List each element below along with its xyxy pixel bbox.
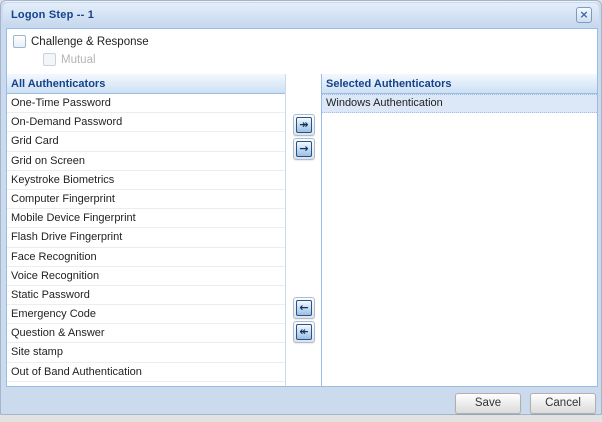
list-item[interactable]: Face Recognition [7, 248, 285, 267]
challenge-response-checkbox-row: Challenge & Response [13, 35, 149, 48]
list-item[interactable]: Windows Authentication [322, 94, 597, 113]
dialog-content: Challenge & Response Mutual All Authenti… [6, 28, 598, 387]
list-item[interactable]: Flash Drive Fingerprint [7, 228, 285, 247]
double-arrow-right-icon: ↠ [296, 117, 312, 133]
list-item[interactable]: Mobile Device Fingerprint [7, 209, 285, 228]
cancel-button[interactable]: Cancel [530, 393, 596, 414]
all-authenticators-list: All Authenticators One-Time PasswordOn-D… [7, 74, 286, 386]
selected-authenticators-list: Selected Authenticators Windows Authenti… [321, 74, 597, 386]
arrow-right-icon: → [296, 141, 312, 157]
mutual-checkbox-row: Mutual [43, 53, 96, 66]
move-all-right-button[interactable]: ↠ [293, 114, 315, 136]
list-item[interactable]: Static Password [7, 286, 285, 305]
close-icon[interactable]: × [576, 7, 592, 23]
move-left-button[interactable]: ← [293, 297, 315, 319]
move-right-button[interactable]: → [293, 138, 315, 160]
logon-step-dialog: Logon Step -- 1 × Challenge & Response M… [0, 0, 602, 415]
all-authenticators-header: All Authenticators [7, 74, 285, 94]
list-item[interactable]: Grid on Screen [7, 152, 285, 171]
list-item[interactable]: Keystroke Biometrics [7, 171, 285, 190]
list-item[interactable]: Out of Band Authentication [7, 363, 285, 382]
save-button[interactable]: Save [455, 393, 521, 414]
mutual-label: Mutual [61, 54, 96, 66]
challenge-response-label: Challenge & Response [31, 36, 149, 48]
double-arrow-left-icon: ↞ [296, 324, 312, 340]
mutual-checkbox [43, 53, 56, 66]
list-item[interactable]: Site stamp [7, 343, 285, 362]
all-authenticators-rows: One-Time PasswordOn-Demand PasswordGrid … [7, 94, 285, 382]
list-item[interactable]: Question & Answer [7, 324, 285, 343]
selected-authenticators-rows: Windows Authentication [322, 94, 597, 113]
list-item[interactable]: On-Demand Password [7, 113, 285, 132]
list-item[interactable]: Emergency Code [7, 305, 285, 324]
list-item[interactable]: Computer Fingerprint [7, 190, 285, 209]
dialog-footer: Save Cancel [3, 388, 599, 414]
dialog-title: Logon Step -- 1 [11, 9, 94, 21]
challenge-response-checkbox[interactable] [13, 35, 26, 48]
selected-authenticators-header: Selected Authenticators [322, 74, 597, 94]
page-background [0, 415, 602, 422]
dialog-titlebar: Logon Step -- 1 × [3, 3, 599, 27]
arrow-left-icon: ← [296, 300, 312, 316]
list-item[interactable]: Grid Card [7, 132, 285, 151]
list-item[interactable]: One-Time Password [7, 94, 285, 113]
list-item[interactable]: Voice Recognition [7, 267, 285, 286]
move-all-left-button[interactable]: ↞ [293, 321, 315, 343]
